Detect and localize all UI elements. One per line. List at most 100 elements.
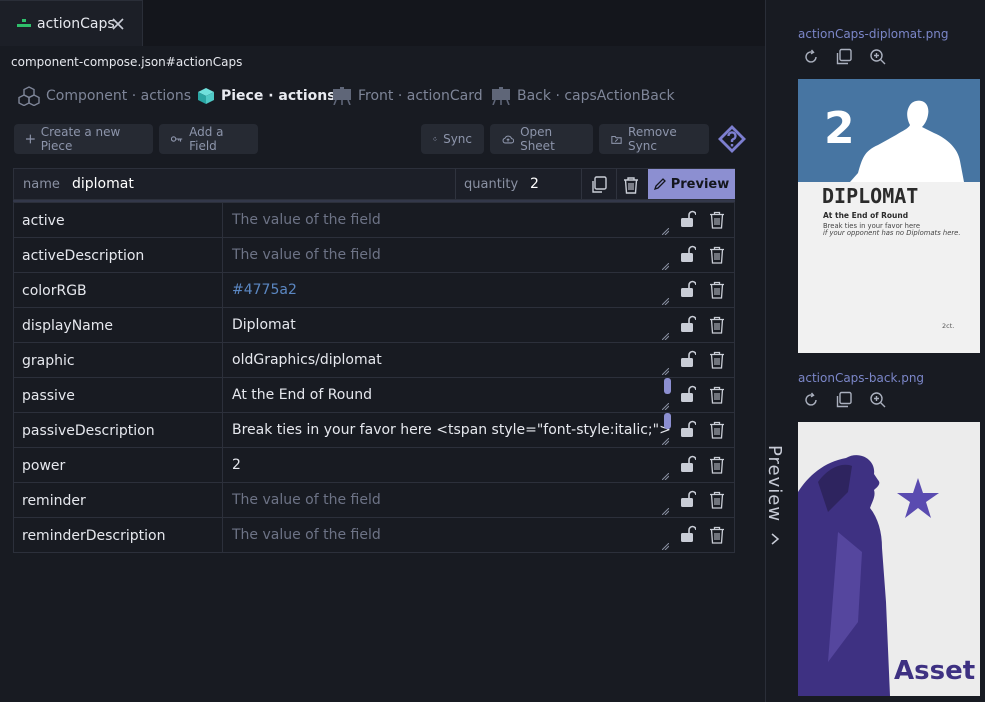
textarea-scrollbar[interactable]: [664, 378, 671, 394]
field-key: reminder: [22, 493, 86, 509]
unlock-icon[interactable]: [680, 245, 696, 263]
field-value: Diplomat: [232, 317, 296, 333]
field-value-input[interactable]: The value of the field: [222, 518, 671, 552]
trash-icon[interactable]: [709, 456, 725, 474]
field-row: passiveDescription Break ties in your fa…: [14, 412, 734, 447]
field-value-input[interactable]: The value of the field: [222, 483, 671, 517]
resize-handle-icon[interactable]: [662, 543, 669, 550]
back-card-word: Asset: [894, 656, 975, 686]
preview-button[interactable]: Preview: [648, 169, 735, 199]
panel-divider[interactable]: [765, 0, 766, 702]
card-number: 2: [824, 103, 855, 154]
button-label: Create a new Piece: [40, 125, 121, 153]
field-row: power 2: [14, 447, 734, 482]
divider: [581, 169, 582, 199]
field-row: active The value of the field: [14, 202, 734, 237]
field-key: passiveDescription: [22, 423, 155, 439]
field-value-input[interactable]: Diplomat: [222, 308, 671, 342]
tab-piece-actions[interactable]: Piece · actions: [197, 86, 336, 106]
sync-button[interactable]: Sync: [421, 124, 484, 154]
trash-icon[interactable]: [709, 491, 725, 509]
zoom-in-icon[interactable]: [869, 48, 887, 66]
help-icon[interactable]: [716, 123, 748, 155]
trash-icon[interactable]: [622, 176, 640, 194]
resize-handle-icon[interactable]: [662, 263, 669, 270]
tab-front-actioncard[interactable]: Front · actionCard: [332, 86, 483, 106]
resize-handle-icon[interactable]: [662, 298, 669, 305]
trash-icon[interactable]: [709, 351, 725, 369]
button-label: Add a Field: [189, 125, 224, 153]
name-field[interactable]: diplomat: [72, 176, 134, 192]
open-sheet-button[interactable]: Open Sheet: [490, 124, 593, 154]
unlock-icon[interactable]: [680, 280, 696, 298]
copy-icon[interactable]: [590, 176, 608, 194]
unlock-icon[interactable]: [680, 315, 696, 333]
copy-icon[interactable]: [835, 48, 853, 66]
trash-icon[interactable]: [709, 316, 725, 334]
rotate-icon[interactable]: [802, 391, 820, 409]
resize-handle-icon[interactable]: [662, 333, 669, 340]
chevron-right-icon[interactable]: [769, 533, 781, 545]
cloud-icon: [502, 135, 515, 143]
resize-handle-icon[interactable]: [662, 228, 669, 235]
tab-component-actions[interactable]: Component · actions: [18, 86, 191, 106]
field-value: The value of the field: [232, 527, 381, 543]
field-key: passive: [22, 388, 75, 404]
field-value-input[interactable]: #4775a2: [222, 273, 671, 307]
piece-tab-icon: [17, 19, 31, 27]
unlock-icon[interactable]: [680, 525, 696, 543]
unlock-icon[interactable]: [680, 455, 696, 473]
field-value: Break ties in your favor here <tspan sty…: [232, 422, 671, 438]
field-value-input[interactable]: 2: [222, 448, 671, 482]
trash-icon[interactable]: [709, 246, 725, 264]
trash-icon[interactable]: [709, 281, 725, 299]
remove-sync-button[interactable]: Remove Sync: [599, 124, 709, 154]
tab-actioncaps[interactable]: actionCaps: [0, 0, 143, 46]
back-image-filename[interactable]: actionCaps-back.png: [798, 371, 924, 385]
field-row: colorRGB #4775a2: [14, 272, 734, 307]
card-subtitle: At the End of Round: [823, 211, 908, 220]
unlock-icon[interactable]: [680, 210, 696, 228]
preview-panel-toggle[interactable]: Preview: [764, 445, 785, 522]
field-value-input[interactable]: oldGraphics/diplomat: [222, 343, 671, 377]
field-key: graphic: [22, 353, 75, 369]
resize-handle-icon[interactable]: [662, 438, 669, 445]
tab-bar: actionCaps: [0, 0, 765, 46]
front-image-filename[interactable]: actionCaps-diplomat.png: [798, 27, 949, 41]
field-row: passive At the End of Round: [14, 377, 734, 412]
trash-icon[interactable]: [709, 386, 725, 404]
card-title: DIPLOMAT: [822, 184, 918, 208]
quantity-field[interactable]: 2: [530, 176, 539, 192]
trash-icon[interactable]: [709, 526, 725, 544]
resize-handle-icon[interactable]: [662, 473, 669, 480]
rotate-icon[interactable]: [802, 48, 820, 66]
add-field-button[interactable]: Add a Field: [159, 124, 258, 154]
close-icon[interactable]: [111, 17, 125, 31]
resize-handle-icon[interactable]: [662, 368, 669, 375]
resize-handle-icon[interactable]: [662, 403, 669, 410]
field-key: displayName: [22, 318, 114, 334]
tab-back-capsactionback[interactable]: Back · capsActionBack: [491, 86, 675, 106]
field-value-input[interactable]: Break ties in your favor here <tspan sty…: [222, 413, 671, 447]
textarea-scrollbar[interactable]: [664, 413, 671, 429]
trash-icon[interactable]: [709, 421, 725, 439]
unlock-icon[interactable]: [680, 420, 696, 438]
field-key: reminderDescription: [22, 528, 166, 544]
create-piece-button[interactable]: Create a new Piece: [14, 124, 153, 154]
card-footer: 2ct.: [942, 322, 954, 330]
field-value-input[interactable]: The value of the field: [222, 238, 671, 272]
field-key: colorRGB: [22, 283, 87, 299]
field-value-input[interactable]: At the End of Round: [222, 378, 671, 412]
trash-icon[interactable]: [709, 211, 725, 229]
unlock-icon[interactable]: [680, 490, 696, 508]
name-label: name: [23, 177, 60, 192]
copy-icon[interactable]: [835, 391, 853, 409]
unlock-icon[interactable]: [680, 385, 696, 403]
quantity-label: quantity: [464, 177, 519, 192]
unlock-icon[interactable]: [680, 350, 696, 368]
field-value-input[interactable]: The value of the field: [222, 203, 671, 237]
zoom-in-icon[interactable]: [869, 391, 887, 409]
resize-handle-icon[interactable]: [662, 508, 669, 515]
button-label: Sync: [443, 132, 472, 146]
field-value: The value of the field: [232, 247, 381, 263]
